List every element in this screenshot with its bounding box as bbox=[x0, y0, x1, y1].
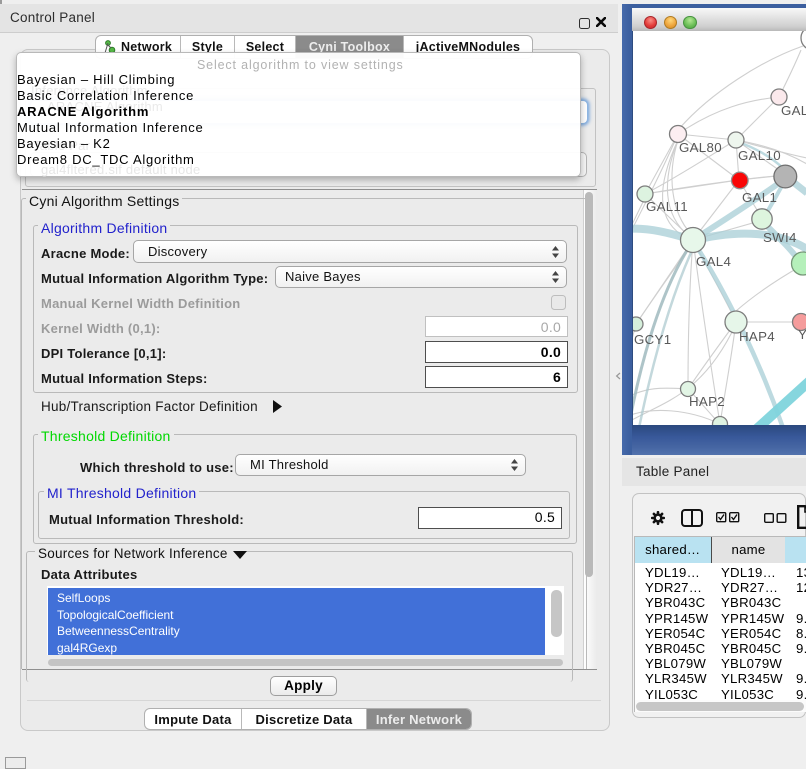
svg-text:SWI4: SWI4 bbox=[763, 230, 797, 245]
svg-text:GAL80: GAL80 bbox=[679, 140, 722, 155]
svg-text:GCY1: GCY1 bbox=[634, 332, 671, 347]
svg-text:GAL7: GAL7 bbox=[781, 103, 806, 118]
svg-text:HAP4: HAP4 bbox=[739, 329, 775, 344]
svg-text:GAL10: GAL10 bbox=[738, 148, 781, 163]
svg-text:HAP2: HAP2 bbox=[689, 394, 725, 409]
svg-text:GAL4: GAL4 bbox=[696, 254, 731, 269]
svg-text:GAL1: GAL1 bbox=[742, 190, 777, 205]
svg-text:GAL11: GAL11 bbox=[646, 199, 688, 214]
svg-text:Y: Y bbox=[798, 327, 806, 342]
